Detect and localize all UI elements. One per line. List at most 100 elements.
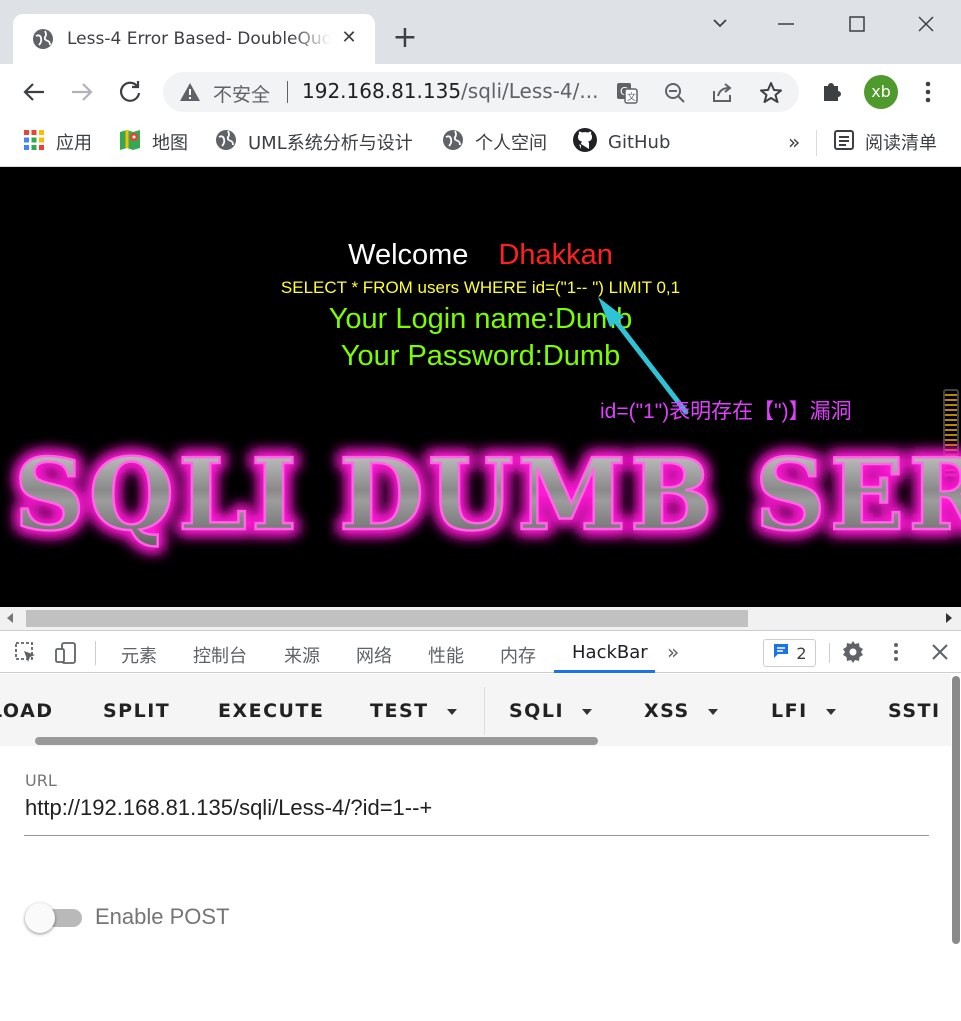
- sqli-dropdown[interactable]: SQLI: [509, 700, 593, 722]
- inspect-element-icon[interactable]: [14, 641, 38, 669]
- share-icon[interactable]: [711, 81, 735, 109]
- chat-bubble-icon: [772, 642, 790, 664]
- caret-down-icon: [446, 708, 457, 715]
- sqli-dumb-series-banner: SQLI DUMB SERIES SQLI DUMB SERIES: [10, 437, 961, 558]
- password-text: Your Password:Dumb: [340, 340, 621, 372]
- window-close-icon[interactable]: [912, 10, 940, 38]
- devtools-vertical-scrollbar[interactable]: [951, 674, 961, 944]
- bookmark-label: 地图: [152, 133, 188, 154]
- globe-icon: [32, 28, 54, 54]
- tab-network[interactable]: 网络: [356, 642, 392, 668]
- url-input[interactable]: http://192.168.81.135/sqli/Less-4/?id=1-…: [25, 795, 432, 821]
- enable-post-label: Enable POST: [95, 904, 230, 929]
- zoom-out-icon[interactable]: [663, 81, 687, 109]
- issues-badge[interactable]: 2: [763, 639, 816, 667]
- scrollbar-thumb[interactable]: [952, 676, 960, 944]
- bookmark-apps[interactable]: 应用: [22, 128, 92, 156]
- caret-down-icon: [825, 708, 836, 715]
- scroll-right-arrow-icon[interactable]: [946, 613, 952, 623]
- settings-gear-icon[interactable]: [841, 640, 865, 668]
- login-name-text: Your Login name:Dumb: [328, 303, 633, 335]
- maps-icon: [118, 128, 142, 157]
- bookmark-github[interactable]: GitHub: [572, 127, 670, 156]
- page-horizontal-scrollbar[interactable]: [0, 607, 961, 630]
- active-tab-indicator: [554, 670, 655, 673]
- bookmark-label: UML系统分析与设计: [248, 133, 413, 154]
- ssti-dropdown[interactable]: SSTI: [888, 700, 941, 722]
- devtools-tab-bar: 元素 控制台 来源 网络 性能 内存 HackBar » 2: [0, 631, 961, 673]
- bookmark-star-icon[interactable]: [759, 81, 783, 109]
- profile-avatar[interactable]: xb: [864, 75, 898, 109]
- split-button[interactable]: SPLIT: [103, 700, 170, 722]
- browser-toolbar: 不安全 192.168.81.135/sqli/Less-4/... G文: [0, 64, 961, 120]
- omnibox-divider: [287, 81, 288, 103]
- xss-label: XSS: [644, 700, 690, 722]
- url-host: 192.168.81.135: [302, 79, 462, 103]
- bookmark-uml[interactable]: UML系统分析与设计: [214, 128, 413, 156]
- reading-list-label: 阅读清单: [865, 133, 937, 154]
- globe-icon: [441, 128, 465, 157]
- menu-kebab-icon[interactable]: [912, 76, 944, 108]
- translate-icon[interactable]: G文: [615, 81, 639, 109]
- tab-performance[interactable]: 性能: [428, 642, 464, 668]
- device-toolbar-icon[interactable]: [54, 641, 78, 669]
- address-bar[interactable]: 不安全 192.168.81.135/sqli/Less-4/... G文: [163, 72, 799, 112]
- url-input-underline: [24, 835, 929, 836]
- scroll-left-arrow-icon[interactable]: [7, 613, 13, 623]
- execute-button[interactable]: EXECUTE: [218, 700, 324, 722]
- hackbar-toolbar: LOAD SPLIT EXECUTE TEST SQLI XSS LFI SST…: [0, 674, 951, 746]
- new-tab-button[interactable]: +: [391, 23, 419, 53]
- reading-list-button[interactable]: 阅读清单: [833, 128, 937, 156]
- tab-sources[interactable]: 来源: [284, 642, 320, 668]
- svg-text:文: 文: [627, 91, 636, 103]
- tab-console[interactable]: 控制台: [193, 642, 247, 668]
- minimize-icon[interactable]: [772, 10, 800, 38]
- url-text[interactable]: 192.168.81.135/sqli/Less-4/...: [302, 79, 598, 103]
- toolbar-divider: [484, 687, 485, 735]
- url-path: /sqli/Less-4/...: [461, 79, 599, 103]
- bookmark-label: 应用: [56, 133, 92, 154]
- extensions-puzzle-icon[interactable]: [816, 76, 848, 108]
- load-button[interactable]: LOAD: [0, 700, 54, 722]
- bookmarks-bar: 应用 地图 UML系统分析与设计 个人空间 GitHub » 阅读清单: [0, 120, 961, 167]
- bookmarks-overflow-button[interactable]: »: [788, 128, 800, 156]
- issues-count: 2: [796, 643, 807, 663]
- svg-text:SQLI DUMB SERIES: SQLI DUMB SERIES: [14, 438, 961, 553]
- maximize-icon[interactable]: [843, 10, 871, 38]
- page-content: Welcome Dhakkan SELECT * FROM users WHERE…: [0, 167, 961, 607]
- xss-dropdown[interactable]: XSS: [644, 700, 718, 722]
- bookmark-maps[interactable]: 地图: [118, 128, 188, 156]
- welcome-text: Welcome: [348, 239, 469, 271]
- lfi-dropdown[interactable]: LFI: [771, 700, 836, 722]
- more-tabs-button[interactable]: »: [667, 640, 679, 664]
- tab-memory[interactable]: 内存: [500, 642, 536, 668]
- hackbar-toolbar-scrollbar[interactable]: [35, 737, 598, 745]
- browser-tab[interactable]: Less-4 Error Based- DoubleQuotes String …: [13, 14, 375, 64]
- test-dropdown[interactable]: TEST: [370, 700, 457, 722]
- tab-search-icon[interactable]: [706, 10, 734, 38]
- tab-elements[interactable]: 元素: [121, 642, 157, 668]
- bookmark-personal-space[interactable]: 个人空间: [441, 128, 547, 156]
- test-label: TEST: [370, 700, 429, 722]
- tab-hackbar[interactable]: HackBar: [572, 642, 648, 663]
- warning-triangle-icon[interactable]: [179, 82, 201, 106]
- devtools-panel: 元素 控制台 来源 网络 性能 内存 HackBar » 2 LOAD SPLI…: [0, 630, 961, 1021]
- toolbar-divider: [95, 641, 96, 665]
- close-tab-icon[interactable]: ✕: [338, 27, 360, 49]
- sql-query-text: SELECT * FROM users WHERE id=("1-- ") LI…: [280, 278, 681, 297]
- bookmarks-divider: [816, 130, 817, 156]
- annotation-text: id=("1")表明存在【")】漏洞: [600, 400, 852, 423]
- apps-grid-icon: [22, 128, 46, 157]
- url-field-label: URL: [25, 771, 57, 790]
- devtools-menu-kebab-icon[interactable]: [884, 640, 908, 668]
- welcome-name: Dhakkan: [498, 239, 613, 271]
- scrollbar-thumb[interactable]: [26, 610, 748, 627]
- caret-down-icon: [707, 708, 718, 715]
- enable-post-toggle[interactable]: [25, 903, 55, 933]
- forward-arrow-icon[interactable]: [66, 76, 98, 108]
- security-status[interactable]: 不安全: [213, 80, 270, 107]
- reload-icon[interactable]: [114, 76, 146, 108]
- welcome-line: Welcome Dhakkan: [0, 239, 961, 272]
- back-arrow-icon[interactable]: [18, 76, 50, 108]
- close-devtools-icon[interactable]: [928, 640, 952, 668]
